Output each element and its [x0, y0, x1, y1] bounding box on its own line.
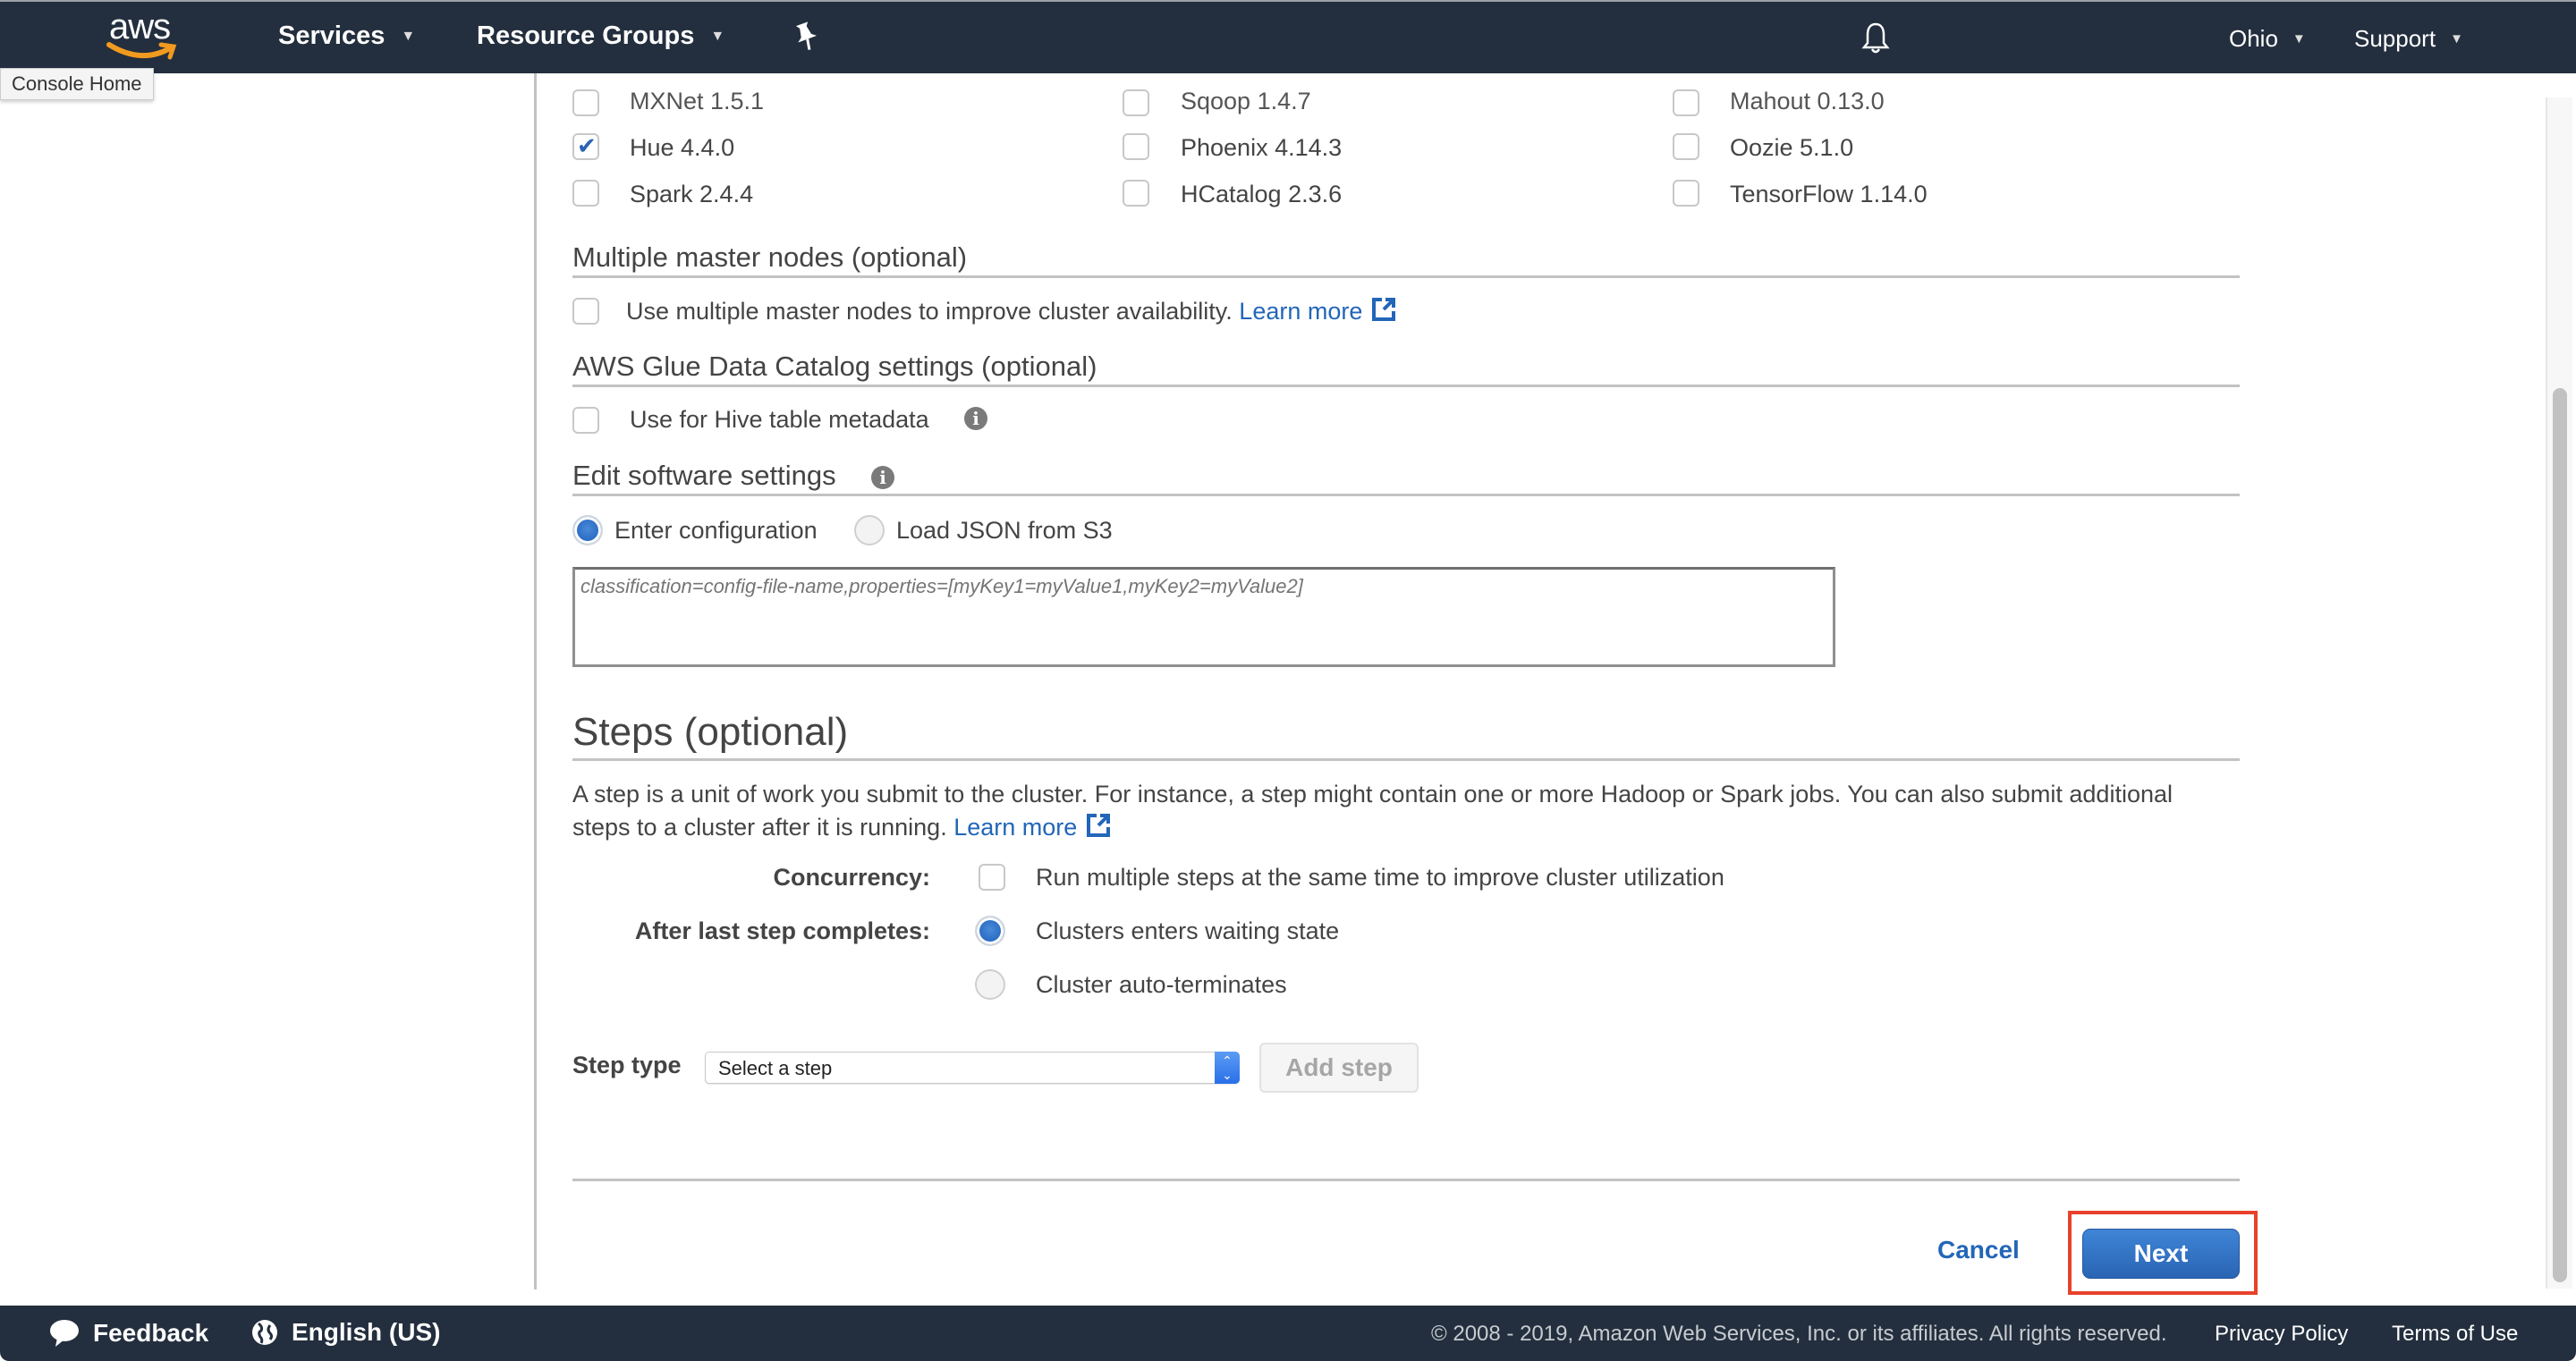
- support-menu[interactable]: Support ▼: [2354, 25, 2463, 53]
- app-label: HCatalog 2.3.6: [1181, 181, 1343, 207]
- learn-more-text: Learn more: [1239, 298, 1363, 325]
- resource-groups-label: Resource Groups: [477, 21, 695, 50]
- app-checkbox-mxnet[interactable]: [572, 89, 599, 116]
- software-settings-title: Edit software settings: [572, 460, 836, 491]
- next-button[interactable]: Next: [2082, 1229, 2240, 1279]
- concurrency-option-label: Run multiple steps at the same time to i…: [1036, 864, 1724, 891]
- feedback-button[interactable]: Feedback: [48, 1318, 208, 1348]
- divider: [572, 758, 2240, 761]
- language-label: English (US): [292, 1318, 441, 1346]
- app-label: Hue 4.4.0: [630, 134, 735, 161]
- info-icon[interactable]: i: [871, 466, 894, 489]
- services-menu[interactable]: Services ▼: [278, 21, 415, 51]
- steps-learn-more-link[interactable]: Learn more: [953, 814, 1111, 841]
- privacy-policy-link[interactable]: Privacy Policy: [2215, 1322, 2348, 1347]
- hive-metadata-checkbox[interactable]: [572, 407, 599, 434]
- globe-icon: [252, 1320, 277, 1345]
- add-step-button[interactable]: Add step: [1259, 1043, 1419, 1093]
- terms-of-use-link[interactable]: Terms of Use: [2392, 1322, 2518, 1347]
- pin-icon[interactable]: [792, 21, 819, 59]
- app-checkbox-sqoop[interactable]: [1123, 89, 1149, 116]
- concurrency-checkbox[interactable]: [979, 864, 1005, 891]
- chevron-down-icon: ▼: [710, 28, 725, 44]
- steps-description-text: A step is a unit of work you submit to t…: [572, 781, 2173, 841]
- app-checkbox-spark[interactable]: [572, 180, 599, 207]
- app-checkbox-mahout[interactable]: [1673, 89, 1699, 116]
- step-type-value: Select a step: [718, 1057, 833, 1079]
- waiting-state-radio[interactable]: [975, 916, 1005, 946]
- auto-terminate-radio[interactable]: [975, 969, 1005, 1000]
- bell-icon[interactable]: [1860, 21, 1891, 60]
- multi-master-title: Multiple master nodes (optional): [572, 241, 968, 273]
- app-checkbox-hcatalog[interactable]: [1123, 180, 1149, 207]
- footer: Feedback English (US) © 2008 - 2019, Ama…: [0, 1306, 2576, 1361]
- app-label: Oozie 5.1.0: [1730, 134, 1854, 161]
- enter-configuration-radio[interactable]: [572, 515, 603, 545]
- select-arrows-icon: ⌃ ⌄: [1215, 1052, 1240, 1084]
- software-configuration-textarea[interactable]: [572, 567, 1835, 667]
- app-label: Mahout 0.13.0: [1730, 88, 1885, 114]
- console-home-tooltip: Console Home: [0, 68, 154, 100]
- language-selector[interactable]: English (US): [250, 1318, 440, 1347]
- multi-master-option: Use multiple master nodes to improve clu…: [626, 297, 1396, 325]
- multi-master-label: Use multiple master nodes to improve clu…: [626, 298, 1233, 325]
- enter-configuration-label: Enter configuration: [614, 517, 818, 544]
- scrollbar-thumb[interactable]: [2553, 388, 2567, 1282]
- info-icon[interactable]: i: [964, 407, 987, 430]
- top-navigation-bar: aws Services ▼ Resource Groups ▼ Ohio ▼ …: [0, 0, 2576, 73]
- multi-master-checkbox[interactable]: [572, 298, 599, 325]
- steps-description: A step is a unit of work you submit to t…: [572, 778, 2200, 844]
- chevron-down-icon: ▼: [401, 28, 416, 44]
- cancel-button[interactable]: Cancel: [1937, 1236, 2020, 1264]
- external-link-icon: [1087, 814, 1111, 837]
- glue-title: AWS Glue Data Catalog settings (optional…: [572, 351, 1097, 382]
- resource-groups-menu[interactable]: Resource Groups ▼: [477, 21, 724, 51]
- app-label: Phoenix 4.14.3: [1181, 134, 1343, 161]
- learn-more-link[interactable]: Learn more: [1239, 298, 1396, 325]
- learn-more-text: Learn more: [953, 814, 1078, 841]
- app-label: Sqoop 1.4.7: [1181, 88, 1311, 114]
- divider: [572, 275, 2240, 278]
- external-link-icon: [1372, 298, 1396, 321]
- speech-bubble-icon: [50, 1320, 79, 1347]
- step-type-label: Step type: [572, 1052, 682, 1078]
- concurrency-label: Concurrency:: [773, 864, 930, 891]
- auto-terminate-label: Cluster auto-terminates: [1036, 971, 1287, 998]
- hive-metadata-label: Use for Hive table metadata: [630, 406, 929, 433]
- steps-title: Steps (optional): [572, 710, 849, 754]
- divider: [572, 494, 2240, 496]
- create-cluster-form: MXNet 1.5.1 Sqoop 1.4.7 Mahout 0.13.0 Hu…: [572, 73, 2258, 1306]
- waiting-state-label: Clusters enters waiting state: [1036, 917, 1340, 944]
- app-checkbox-hue[interactable]: [572, 132, 599, 160]
- support-label: Support: [2354, 25, 2436, 52]
- chevron-down-icon: ▼: [2292, 31, 2306, 46]
- feedback-label: Feedback: [93, 1319, 209, 1347]
- step-type-select[interactable]: Select a step ⌃ ⌄: [705, 1052, 1240, 1084]
- app-label: MXNet 1.5.1: [630, 88, 765, 114]
- region-selector[interactable]: Ohio ▼: [2229, 25, 2306, 53]
- services-label: Services: [278, 21, 386, 50]
- divider: [572, 1179, 2240, 1181]
- region-label: Ohio: [2229, 25, 2278, 52]
- divider: [572, 385, 2240, 387]
- app-checkbox-tensorflow[interactable]: [1673, 180, 1699, 207]
- after-last-step-label: After last step completes:: [634, 917, 930, 944]
- copyright-text: © 2008 - 2019, Amazon Web Services, Inc.…: [1431, 1322, 2167, 1346]
- aws-logo[interactable]: aws: [106, 7, 184, 63]
- app-checkbox-oozie[interactable]: [1673, 133, 1699, 160]
- app-label: Spark 2.4.4: [630, 181, 754, 207]
- app-checkbox-phoenix[interactable]: [1123, 133, 1149, 160]
- aws-smile-icon: [106, 42, 177, 60]
- load-json-s3-radio[interactable]: [854, 515, 885, 545]
- content-left-border: [534, 73, 537, 1289]
- load-json-s3-label: Load JSON from S3: [896, 517, 1113, 544]
- app-label: TensorFlow 1.14.0: [1730, 181, 1928, 207]
- chevron-down-icon: ▼: [2450, 31, 2463, 46]
